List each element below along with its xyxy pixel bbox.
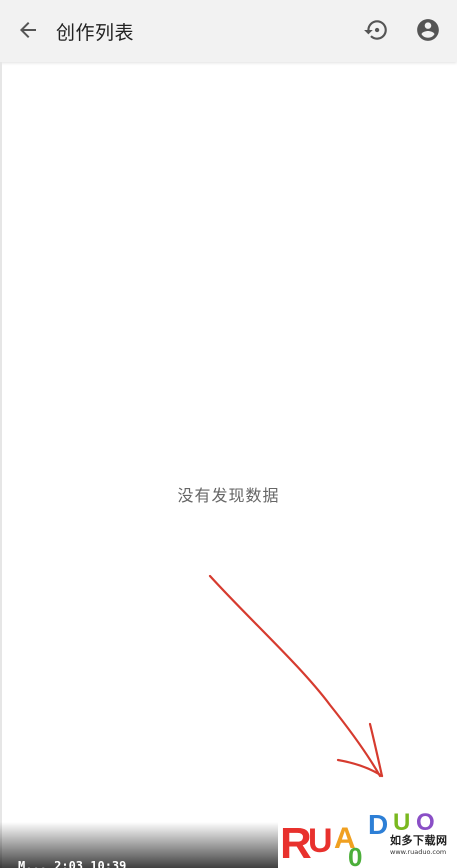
svg-text:R: R (280, 819, 312, 868)
watermark-logo: R U A 0 D U O 如多下载网 www.ruaduo.com (278, 800, 457, 868)
watermark-url: www.ruaduo.com (390, 848, 447, 856)
annotation-arrow (208, 574, 384, 778)
svg-text:D: D (368, 809, 388, 840)
watermark-tagline: 如多下载网 (390, 834, 448, 847)
media-control-bar: M... 2:03 10:39 (0, 822, 290, 868)
bottom-bar-text: M... 2:03 10:39 (18, 859, 127, 868)
svg-text:U: U (308, 822, 333, 860)
svg-text:0: 0 (348, 842, 362, 868)
